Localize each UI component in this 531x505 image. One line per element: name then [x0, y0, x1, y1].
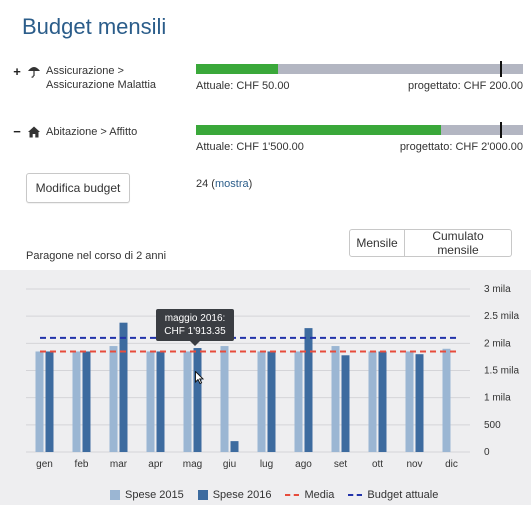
- bar-2016: [119, 322, 128, 452]
- legend-label: Spese 2016: [212, 489, 272, 501]
- x-tick-label: mag: [183, 459, 202, 470]
- show-link[interactable]: mostra: [215, 178, 249, 190]
- umbrella-icon: [28, 67, 40, 78]
- x-tick-label: set: [334, 459, 348, 470]
- legend-dash: [285, 494, 300, 496]
- category-label[interactable]: Assicurazione > Assicurazione Malattia: [46, 64, 191, 92]
- y-tick-label: 0: [484, 447, 490, 458]
- legend-item-average[interactable]: Media: [285, 489, 334, 501]
- bar-2016: [378, 351, 387, 452]
- actual-amount: Attuale: CHF 1'500.00: [196, 141, 304, 153]
- legend-swatch: [197, 490, 208, 500]
- y-tick-label: 1.5 mila: [484, 366, 519, 377]
- bar-2015: [220, 346, 229, 452]
- x-tick-label: nov: [406, 459, 422, 470]
- count-number: 24: [196, 178, 209, 190]
- progress-fill: [196, 64, 278, 74]
- bar-2016: [415, 354, 424, 452]
- y-tick-label: 2.5 mila: [484, 311, 519, 322]
- y-tick-label: 500: [484, 420, 501, 431]
- x-tick-label: mar: [110, 459, 128, 470]
- bar-2015: [405, 351, 414, 452]
- category-label[interactable]: Abitazione > Affitto: [46, 125, 191, 139]
- bar-2015: [257, 351, 266, 452]
- x-tick-label: apr: [148, 459, 163, 470]
- expand-toggle[interactable]: +: [12, 64, 22, 79]
- budget-marker: [500, 61, 502, 77]
- bar-2015: [35, 351, 44, 452]
- legend-item-2016[interactable]: Spese 2016: [197, 489, 272, 501]
- budget-row-rent: − Abitazione > Affitto Attuale: CHF 1'50…: [0, 122, 531, 165]
- collapse-toggle[interactable]: −: [12, 124, 22, 139]
- legend-label: Media: [304, 489, 335, 501]
- bar-chart: 0 500 1 mila 1.5 mila 2 mila 2.5 mila 3 mila ge…: [26, 284, 519, 470]
- monthly-button[interactable]: Mensile: [349, 229, 405, 257]
- view-toggle-group: Mensile Cumulato mensile: [349, 229, 512, 257]
- budget-app: Budget mensili + Assicurazione > Assicur…: [0, 0, 531, 505]
- comparison-label: Paragone nel corso di 2 anni: [26, 250, 167, 262]
- legend-item-budget[interactable]: Budget attuale: [348, 489, 438, 501]
- x-tick-label: feb: [75, 459, 89, 470]
- y-tick-label: 2 mila: [484, 338, 511, 349]
- bar-2015: [146, 351, 155, 452]
- legend-swatch: [110, 490, 120, 500]
- bar-2016: [156, 351, 165, 452]
- budget-progress-bar: [196, 122, 523, 138]
- tooltip-value: CHF 1'913.35: [164, 326, 226, 337]
- mouse-cursor-icon: [195, 371, 204, 384]
- x-tick-label: gen: [36, 459, 53, 470]
- bar-2016: [341, 355, 350, 452]
- projected-amount: progettato: CHF 200.00: [408, 80, 523, 92]
- chart-tooltip: maggio 2016: CHF 1'913.35: [156, 309, 234, 341]
- home-icon: [28, 126, 40, 138]
- legend-item-2015[interactable]: Spese 2015: [110, 489, 184, 501]
- x-tick-label: dic: [445, 459, 458, 470]
- chart-panel: 0 500 1 mila 1.5 mila 2 mila 2.5 mila 3 mila ge…: [0, 270, 531, 505]
- page-title: Budget mensili: [22, 14, 167, 39]
- bar-2016: [45, 351, 54, 452]
- bar-2016: [267, 351, 276, 452]
- chart-legend: Spese 2015 Spese 2016 Media Budget attua…: [110, 488, 452, 502]
- progress-fill: [196, 125, 442, 135]
- y-tick-label: 1 mila: [484, 393, 511, 404]
- x-tick-label: lug: [260, 459, 273, 470]
- bar-2015: [109, 346, 118, 452]
- cumulative-button[interactable]: Cumulato mensile: [405, 229, 512, 257]
- x-tick-label: giu: [223, 459, 236, 470]
- transaction-count: 24 (mostra): [196, 178, 253, 190]
- bar-2015: [183, 351, 192, 452]
- bar-2015: [442, 348, 451, 452]
- bar-2016: [193, 348, 202, 452]
- legend-label: Budget attuale: [367, 489, 439, 501]
- budget-progress-bar: [196, 61, 523, 77]
- actual-amount: Attuale: CHF 50.00: [196, 80, 290, 92]
- budget-marker: [500, 122, 502, 138]
- bar-2015: [331, 346, 340, 452]
- edit-budget-button[interactable]: Modifica budget: [26, 173, 130, 203]
- bar-2015: [294, 351, 303, 452]
- tooltip-date: maggio 2016:: [164, 313, 226, 324]
- bar-2015: [72, 351, 81, 452]
- bar-2016: [230, 441, 239, 452]
- y-tick-label: 3 mila: [484, 284, 511, 295]
- bar-2016: [304, 328, 313, 452]
- tooltip-arrow: [190, 341, 200, 346]
- bar-2016: [82, 351, 91, 452]
- x-tick-label: ago: [295, 459, 312, 470]
- legend-dash: [348, 494, 363, 496]
- budget-row-insurance: + Assicurazione > Assicurazione Malattia…: [0, 61, 531, 104]
- bar-2015: [368, 351, 377, 452]
- legend-label: Spese 2015: [125, 489, 184, 501]
- x-tick-label: ott: [372, 459, 383, 470]
- projected-amount: progettato: CHF 2'000.00: [399, 141, 523, 153]
